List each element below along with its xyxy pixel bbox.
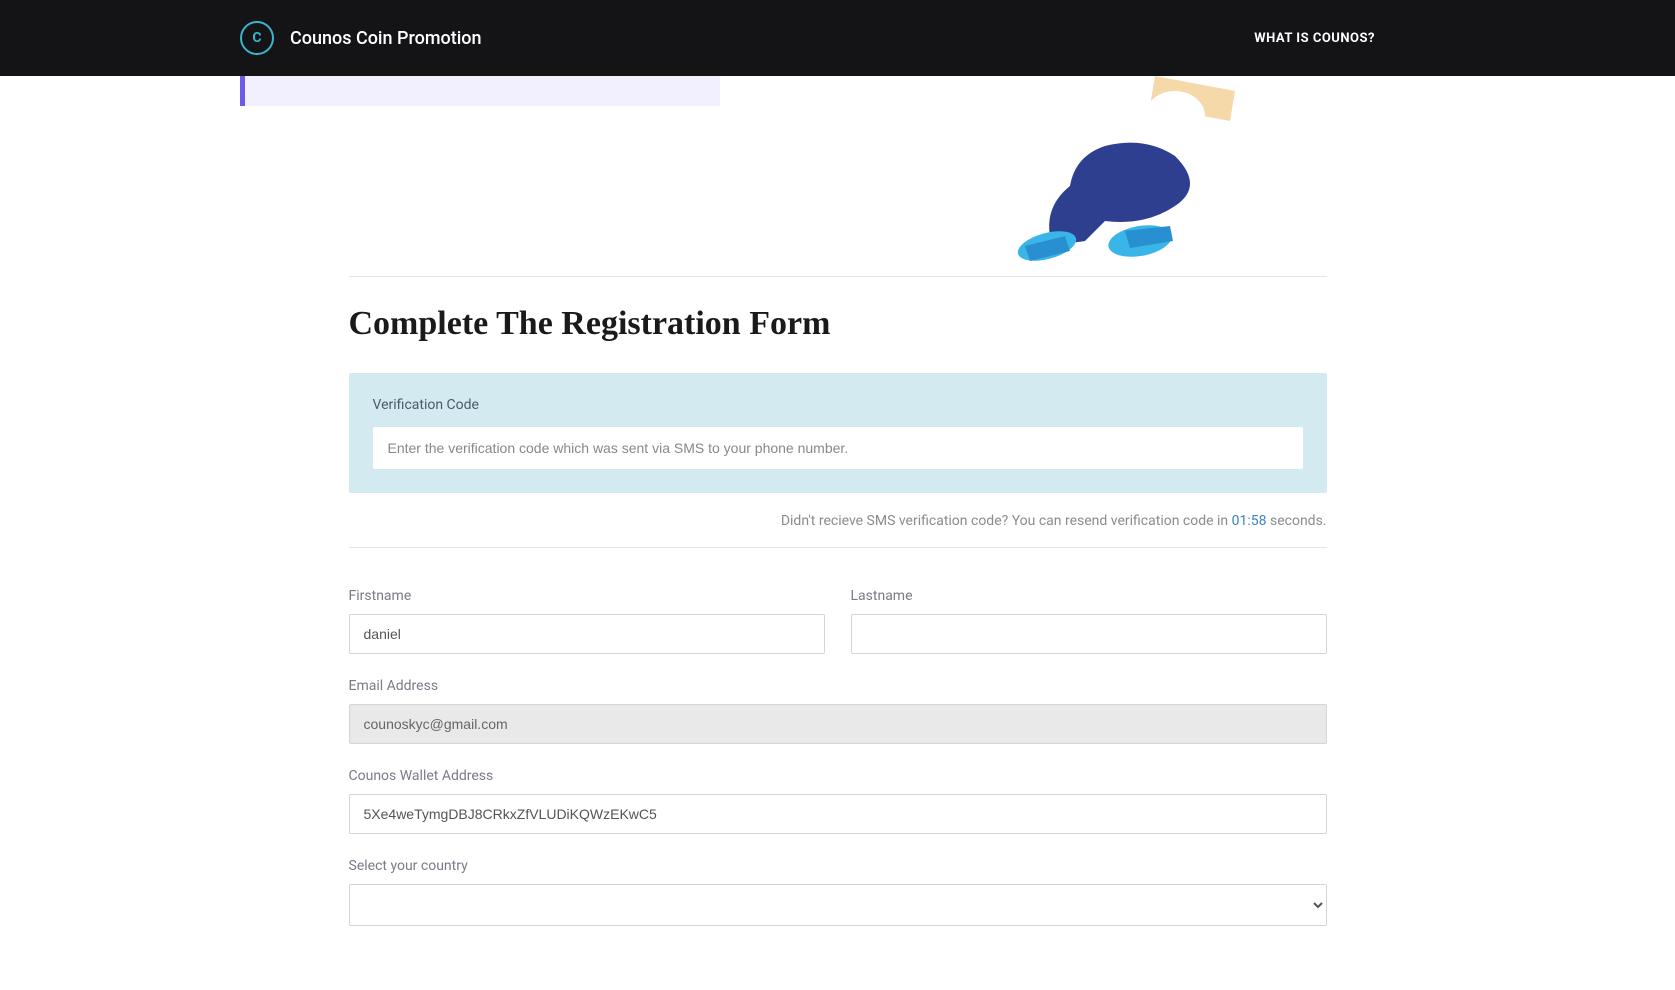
firstname-label: Firstname bbox=[349, 588, 825, 604]
verification-box: Verification Code bbox=[349, 373, 1327, 493]
email-group: Email Address bbox=[349, 678, 1327, 744]
main-content: Complete The Registration Form Verificat… bbox=[349, 276, 1327, 990]
wallet-address-input[interactable] bbox=[349, 794, 1327, 834]
page-title: Complete The Registration Form bbox=[349, 305, 1327, 343]
lastname-group: Lastname bbox=[851, 588, 1327, 654]
wallet-group: Counos Wallet Address bbox=[349, 768, 1327, 834]
lastname-input[interactable] bbox=[851, 614, 1327, 654]
hero-illustration bbox=[975, 66, 1255, 296]
verification-label: Verification Code bbox=[373, 397, 1303, 413]
name-row: Firstname Lastname bbox=[349, 588, 1327, 654]
country-select[interactable] bbox=[349, 884, 1327, 926]
person-sitting-illustration bbox=[975, 66, 1255, 296]
verification-code-input[interactable] bbox=[373, 427, 1303, 469]
firstname-group: Firstname bbox=[349, 588, 825, 654]
header-left: Counos Coin Promotion bbox=[240, 21, 482, 55]
counos-logo-icon bbox=[240, 21, 274, 55]
nav-what-is-counos[interactable]: WHAT IS COUNOS? bbox=[1254, 31, 1375, 46]
resend-text-before: Didn't recieve SMS verification code? Yo… bbox=[781, 513, 1232, 529]
resend-text-after: seconds. bbox=[1267, 513, 1327, 529]
hero-section bbox=[0, 76, 1675, 276]
email-label: Email Address bbox=[349, 678, 1327, 694]
wallet-label: Counos Wallet Address bbox=[349, 768, 1327, 784]
email-input bbox=[349, 704, 1327, 744]
resend-info: Didn't recieve SMS verification code? Yo… bbox=[349, 513, 1327, 529]
site-title: Counos Coin Promotion bbox=[290, 28, 482, 49]
country-label: Select your country bbox=[349, 858, 1327, 874]
lastname-label: Lastname bbox=[851, 588, 1327, 604]
form-divider bbox=[349, 547, 1327, 548]
country-group: Select your country bbox=[349, 858, 1327, 926]
resend-timer: 01:58 bbox=[1232, 513, 1267, 529]
firstname-input[interactable] bbox=[349, 614, 825, 654]
hero-info-block bbox=[245, 76, 720, 106]
main-header: Counos Coin Promotion WHAT IS COUNOS? bbox=[0, 0, 1675, 76]
